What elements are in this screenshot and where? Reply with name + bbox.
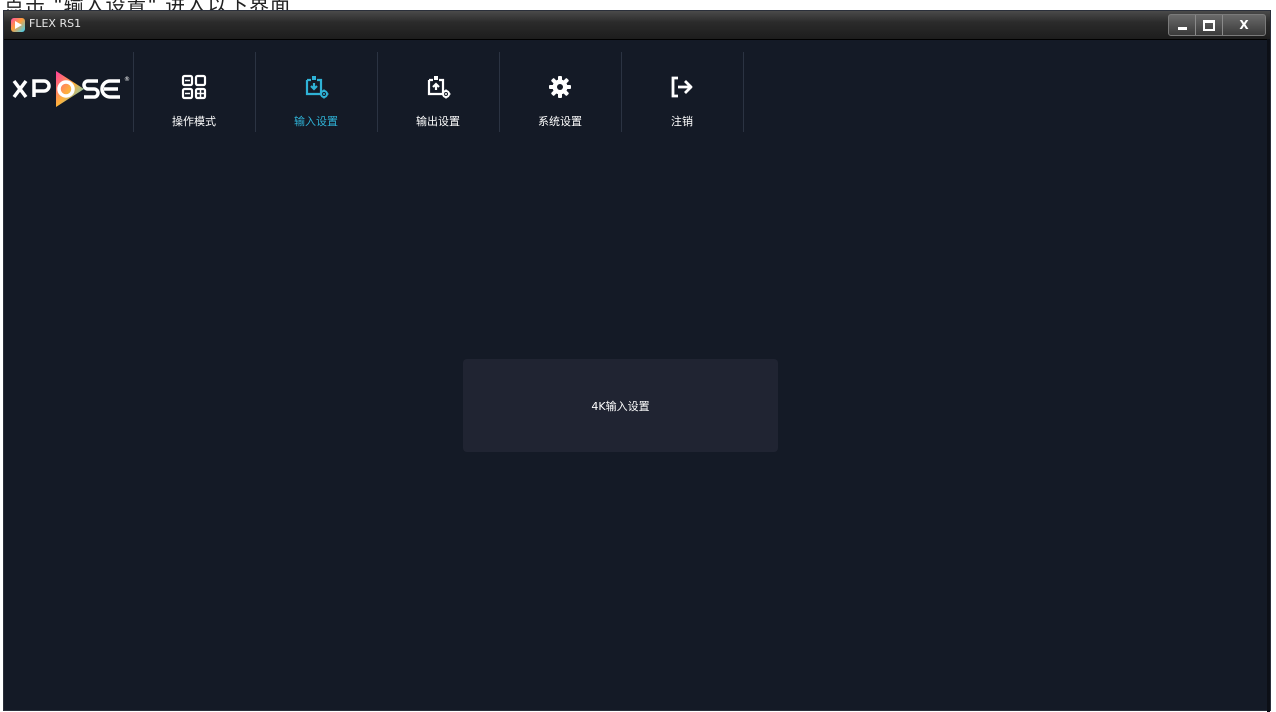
minimize-icon — [1177, 26, 1187, 30]
minimize-button[interactable] — [1169, 15, 1196, 35]
output-settings-icon — [427, 76, 451, 99]
nav-item-output-settings[interactable]: 输出设置 — [377, 52, 498, 132]
nav-label: 输入设置 — [294, 115, 338, 128]
panel-label: 4K输入设置 — [591, 399, 650, 413]
maximize-icon — [1203, 19, 1215, 31]
gear-icon — [549, 76, 571, 98]
main-toolbar: ® 操作模式 输入设置 输出设置 系统设置 注销 — [4, 39, 1270, 135]
nav-divider — [743, 52, 744, 132]
maximize-button[interactable] — [1196, 15, 1223, 35]
nav-item-logout[interactable]: 注销 — [621, 52, 742, 132]
app-window: FLEX RS1 X ® 操作模式 输入设置 输出设置 系统设置 注销 4K输入… — [3, 10, 1271, 712]
top-caption-text: 点击 "输入设置" 进入以下界面 — [4, 0, 291, 10]
nav-label: 操作模式 — [172, 115, 216, 128]
title-bar[interactable]: FLEX RS1 X — [4, 11, 1270, 40]
window-border — [1267, 39, 1270, 712]
operation-mode-icon — [181, 74, 207, 100]
window-controls: X — [1168, 14, 1266, 36]
4k-input-settings-button[interactable]: 4K输入设置 — [463, 359, 778, 452]
nav-label: 系统设置 — [538, 115, 582, 128]
nav-item-input-settings[interactable]: 输入设置 — [255, 52, 376, 132]
top-caption: 点击 "输入设置" 进入以下界面 — [0, 0, 1276, 10]
app-icon — [11, 18, 25, 32]
registered-mark: ® — [124, 76, 130, 83]
xpose-logo: ® — [12, 71, 130, 107]
close-button[interactable]: X — [1223, 15, 1265, 35]
nav-item-operation-mode[interactable]: 操作模式 — [133, 52, 254, 132]
window-title: FLEX RS1 — [29, 17, 82, 30]
logout-icon — [671, 76, 693, 98]
close-icon: X — [1239, 18, 1249, 32]
nav-label: 输出设置 — [416, 115, 460, 128]
input-settings-icon — [305, 76, 329, 99]
nav-label: 注销 — [671, 115, 693, 128]
nav-item-system-settings[interactable]: 系统设置 — [499, 52, 620, 132]
